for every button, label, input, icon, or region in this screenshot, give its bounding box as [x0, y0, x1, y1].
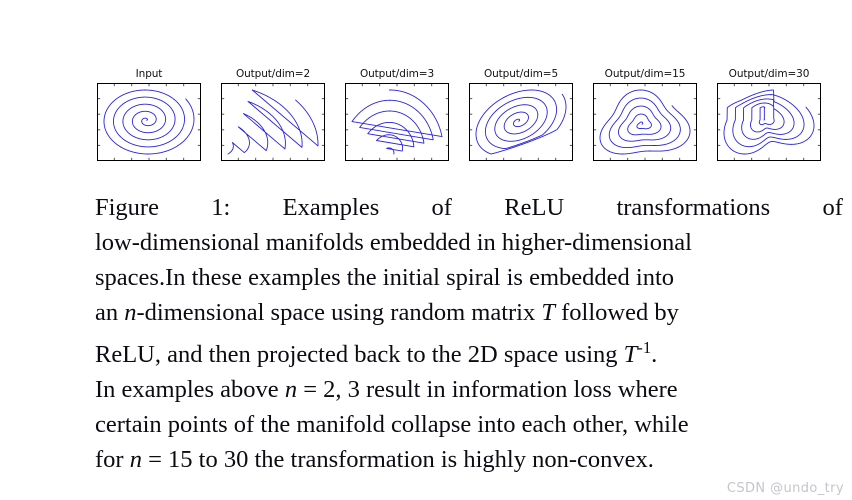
figure-panel-dim-30: Output/dim=30: [717, 68, 821, 164]
figure-panel-row: Input Output/dim=2 Output/dim=3 Output/dim=…: [97, 68, 842, 164]
caption-text: = 2, 3 result in information loss where: [297, 376, 678, 404]
plot-dim-15: [593, 83, 697, 161]
caption-text: ReLU, and then projected back to the 2D …: [95, 341, 624, 369]
figure-panel-dim-5: Output/dim=5: [469, 68, 573, 164]
caption-text: certain points of the manifold collapse …: [95, 411, 689, 439]
caption-text: of: [431, 194, 452, 221]
plot-dim-2: [221, 83, 325, 161]
caption-text: for: [95, 446, 130, 474]
panel-title: Output/dim=15: [604, 68, 686, 80]
panel-title: Output/dim=5: [483, 68, 559, 80]
panel-title: Output/dim=30: [728, 68, 810, 80]
panel-title: Input: [135, 68, 163, 80]
caption-text: T: [623, 341, 638, 369]
caption-line: for n = 15 to 30 the transformation is h…: [95, 442, 843, 477]
caption-text: In examples above: [95, 376, 285, 404]
caption-text: an: [95, 299, 125, 326]
caption-text: spaces.: [95, 264, 166, 291]
caption-text: n: [284, 376, 298, 404]
caption-line: Figure 1: Examples of ReLU transformations of: [95, 190, 843, 225]
figure-panel-dim-15: Output/dim=15: [593, 68, 697, 164]
csdn-watermark: CSDN @undo_try: [726, 481, 844, 496]
caption-text: Examples: [282, 194, 380, 221]
caption-line: certain points of the manifold collapse …: [95, 407, 843, 442]
caption-line: In examples above n = 2, 3 result in inf…: [95, 372, 843, 407]
caption-text: transformations: [616, 194, 771, 221]
caption-text: = 15 to 30 the transformation is highly …: [141, 446, 654, 474]
plot-input: [97, 83, 201, 161]
plot-dim-5: [469, 83, 573, 161]
figure-panel-dim-2: Output/dim=2: [221, 68, 325, 164]
plot-dim-30: [717, 83, 821, 161]
caption-line: an n-dimensional space using random matr…: [95, 295, 843, 330]
caption-text: T: [541, 299, 555, 326]
caption-text: ReLU: [504, 194, 565, 221]
caption-text: n: [129, 446, 142, 474]
caption-text: Figure: [95, 194, 159, 221]
caption-text: followed by: [554, 299, 679, 326]
caption-line: low-dimensional manifolds embedded in hi…: [95, 225, 843, 260]
figure-caption: Figure 1: Examples of ReLU transformations of l…: [95, 190, 843, 477]
caption-line: spaces.In these examples the initial spi…: [95, 260, 843, 295]
caption-text: -dimensional space using random matrix: [136, 299, 542, 326]
figure-panel-dim-3: Output/dim=3: [345, 68, 449, 164]
caption-text: .: [651, 341, 658, 369]
caption-text: In these examples the initial spiral is …: [165, 264, 675, 291]
panel-title: Output/dim=3: [359, 68, 435, 80]
caption-text: 1:: [211, 194, 231, 221]
plot-dim-3: [345, 83, 449, 161]
panel-title: Output/dim=2: [235, 68, 311, 80]
caption-line: ReLU, and then projected back to the 2D …: [95, 330, 843, 372]
caption-text: low-dimensional manifolds embedded in hi…: [95, 229, 692, 256]
figure-panel-input: Input: [97, 68, 201, 164]
caption-text: n: [124, 299, 137, 326]
caption-text: of: [822, 194, 843, 221]
caption-text: -1: [637, 338, 652, 357]
